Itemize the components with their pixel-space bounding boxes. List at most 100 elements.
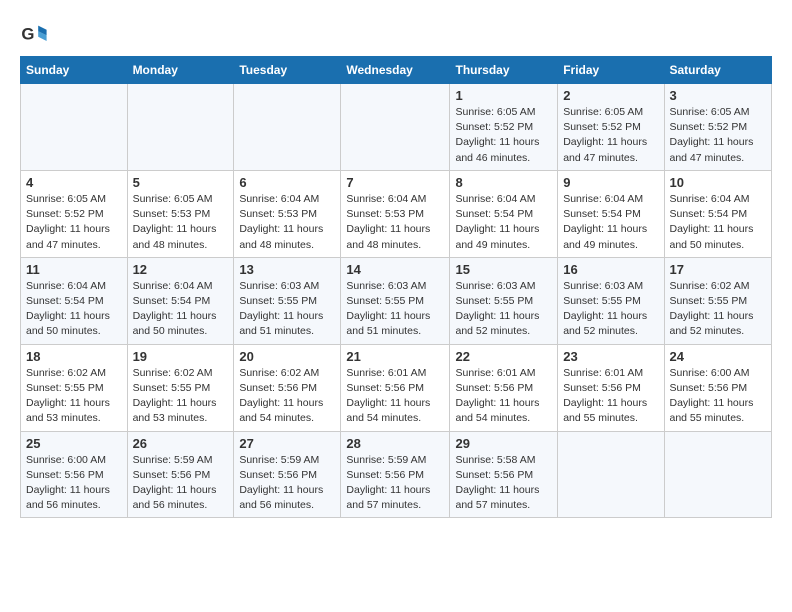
day-number: 20 bbox=[239, 349, 335, 364]
weekday-header: Thursday bbox=[450, 57, 558, 84]
calendar-cell: 16Sunrise: 6:03 AMSunset: 5:55 PMDayligh… bbox=[558, 257, 664, 344]
day-info: Sunrise: 5:59 AMSunset: 5:56 PMDaylight:… bbox=[133, 453, 229, 514]
calendar-cell: 19Sunrise: 6:02 AMSunset: 5:55 PMDayligh… bbox=[127, 344, 234, 431]
day-info: Sunrise: 6:01 AMSunset: 5:56 PMDaylight:… bbox=[455, 366, 552, 427]
day-number: 13 bbox=[239, 262, 335, 277]
day-number: 2 bbox=[563, 88, 658, 103]
logo: G bbox=[20, 20, 52, 48]
calendar-cell: 20 Sunrise: 6:02 AMSunset: 5:56 PMDayligh… bbox=[234, 344, 341, 431]
day-number: 8 bbox=[455, 175, 552, 190]
weekday-header: Tuesday bbox=[234, 57, 341, 84]
day-number: 22 bbox=[455, 349, 552, 364]
weekday-header: Sunday bbox=[21, 57, 128, 84]
day-number: 10 bbox=[670, 175, 767, 190]
day-number: 24 bbox=[670, 349, 767, 364]
calendar-table: SundayMondayTuesdayWednesdayThursdayFrid… bbox=[20, 56, 772, 518]
calendar-cell bbox=[234, 84, 341, 171]
header-section: G bbox=[20, 16, 772, 48]
calendar-cell: 6 Sunrise: 6:04 AMSunset: 5:53 PMDaylight… bbox=[234, 170, 341, 257]
calendar-week-row: 4 Sunrise: 6:05 AMSunset: 5:52 PMDaylight… bbox=[21, 170, 772, 257]
day-info: Sunrise: 6:05 AMSunset: 5:52 PMDaylight:… bbox=[26, 192, 122, 253]
calendar-week-row: 25Sunrise: 6:00 AMSunset: 5:56 PMDayligh… bbox=[21, 431, 772, 518]
day-info: Sunrise: 6:02 AMSunset: 5:56 PMDaylight:… bbox=[239, 366, 335, 427]
calendar-cell: 15Sunrise: 6:03 AMSunset: 5:55 PMDayligh… bbox=[450, 257, 558, 344]
calendar-cell: 18 Sunrise: 6:02 AMSunset: 5:55 PMDayligh… bbox=[21, 344, 128, 431]
calendar-cell: 28Sunrise: 5:59 AMSunset: 5:56 PMDayligh… bbox=[341, 431, 450, 518]
calendar-cell: 2 Sunrise: 6:05 AMSunset: 5:52 PMDaylight… bbox=[558, 84, 664, 171]
day-info: Sunrise: 6:02 AMSunset: 5:55 PMDaylight:… bbox=[670, 279, 767, 340]
day-info: Sunrise: 6:02 AMSunset: 5:55 PMDaylight:… bbox=[26, 366, 122, 427]
day-number: 7 bbox=[346, 175, 444, 190]
weekday-header: Monday bbox=[127, 57, 234, 84]
calendar-cell: 4 Sunrise: 6:05 AMSunset: 5:52 PMDaylight… bbox=[21, 170, 128, 257]
calendar-cell: 29Sunrise: 5:58 AMSunset: 5:56 PMDayligh… bbox=[450, 431, 558, 518]
calendar-cell: 9 Sunrise: 6:04 AMSunset: 5:54 PMDaylight… bbox=[558, 170, 664, 257]
day-info: Sunrise: 6:04 AMSunset: 5:54 PMDaylight:… bbox=[563, 192, 658, 253]
day-number: 29 bbox=[455, 436, 552, 451]
svg-text:G: G bbox=[21, 25, 34, 44]
calendar-cell: 24 Sunrise: 6:00 AMSunset: 5:56 PMDayligh… bbox=[664, 344, 772, 431]
day-info: Sunrise: 6:05 AMSunset: 5:52 PMDaylight:… bbox=[563, 105, 658, 166]
calendar-cell: 13 Sunrise: 6:03 AMSunset: 5:55 PMDayligh… bbox=[234, 257, 341, 344]
day-number: 28 bbox=[346, 436, 444, 451]
calendar-header: SundayMondayTuesdayWednesdayThursdayFrid… bbox=[21, 57, 772, 84]
day-info: Sunrise: 6:04 AMSunset: 5:53 PMDaylight:… bbox=[239, 192, 335, 253]
calendar-week-row: 1 Sunrise: 6:05 AMSunset: 5:52 PMDaylight… bbox=[21, 84, 772, 171]
day-number: 9 bbox=[563, 175, 658, 190]
calendar-cell: 5 Sunrise: 6:05 AMSunset: 5:53 PMDaylight… bbox=[127, 170, 234, 257]
calendar-cell: 1 Sunrise: 6:05 AMSunset: 5:52 PMDaylight… bbox=[450, 84, 558, 171]
weekday-header: Friday bbox=[558, 57, 664, 84]
day-info: Sunrise: 5:59 AMSunset: 5:56 PMDaylight:… bbox=[239, 453, 335, 514]
header-row: SundayMondayTuesdayWednesdayThursdayFrid… bbox=[21, 57, 772, 84]
calendar-cell: 7 Sunrise: 6:04 AMSunset: 5:53 PMDaylight… bbox=[341, 170, 450, 257]
calendar-cell: 17 Sunrise: 6:02 AMSunset: 5:55 PMDayligh… bbox=[664, 257, 772, 344]
calendar-cell: 21Sunrise: 6:01 AMSunset: 5:56 PMDayligh… bbox=[341, 344, 450, 431]
day-number: 19 bbox=[133, 349, 229, 364]
day-number: 6 bbox=[239, 175, 335, 190]
day-number: 23 bbox=[563, 349, 658, 364]
calendar-body: 1 Sunrise: 6:05 AMSunset: 5:52 PMDaylight… bbox=[21, 84, 772, 518]
day-info: Sunrise: 6:04 AMSunset: 5:54 PMDaylight:… bbox=[455, 192, 552, 253]
day-info: Sunrise: 6:05 AMSunset: 5:52 PMDaylight:… bbox=[455, 105, 552, 166]
day-info: Sunrise: 6:05 AMSunset: 5:53 PMDaylight:… bbox=[133, 192, 229, 253]
calendar-cell: 12 Sunrise: 6:04 AMSunset: 5:54 PMDayligh… bbox=[127, 257, 234, 344]
calendar-week-row: 18 Sunrise: 6:02 AMSunset: 5:55 PMDayligh… bbox=[21, 344, 772, 431]
day-info: Sunrise: 6:04 AMSunset: 5:54 PMDaylight:… bbox=[670, 192, 767, 253]
day-number: 17 bbox=[670, 262, 767, 277]
day-number: 27 bbox=[239, 436, 335, 451]
calendar-cell bbox=[341, 84, 450, 171]
day-number: 16 bbox=[563, 262, 658, 277]
calendar-cell bbox=[127, 84, 234, 171]
logo-icon: G bbox=[20, 20, 48, 48]
day-number: 14 bbox=[346, 262, 444, 277]
calendar-cell bbox=[558, 431, 664, 518]
day-number: 4 bbox=[26, 175, 122, 190]
calendar-cell: 3 Sunrise: 6:05 AMSunset: 5:52 PMDaylight… bbox=[664, 84, 772, 171]
calendar-cell: 10 Sunrise: 6:04 AMSunset: 5:54 PMDayligh… bbox=[664, 170, 772, 257]
calendar-cell: 27 Sunrise: 5:59 AMSunset: 5:56 PMDayligh… bbox=[234, 431, 341, 518]
day-number: 11 bbox=[26, 262, 122, 277]
calendar-cell: 25Sunrise: 6:00 AMSunset: 5:56 PMDayligh… bbox=[21, 431, 128, 518]
calendar-cell: 23 Sunrise: 6:01 AMSunset: 5:56 PMDayligh… bbox=[558, 344, 664, 431]
day-info: Sunrise: 6:01 AMSunset: 5:56 PMDaylight:… bbox=[563, 366, 658, 427]
day-number: 25 bbox=[26, 436, 122, 451]
calendar-cell: 8 Sunrise: 6:04 AMSunset: 5:54 PMDaylight… bbox=[450, 170, 558, 257]
day-info: Sunrise: 6:05 AMSunset: 5:52 PMDaylight:… bbox=[670, 105, 767, 166]
calendar-cell: 26Sunrise: 5:59 AMSunset: 5:56 PMDayligh… bbox=[127, 431, 234, 518]
calendar-cell bbox=[664, 431, 772, 518]
day-info: Sunrise: 6:03 AMSunset: 5:55 PMDaylight:… bbox=[239, 279, 335, 340]
calendar-cell: 22 Sunrise: 6:01 AMSunset: 5:56 PMDayligh… bbox=[450, 344, 558, 431]
weekday-header: Saturday bbox=[664, 57, 772, 84]
day-number: 1 bbox=[455, 88, 552, 103]
day-info: Sunrise: 6:00 AMSunset: 5:56 PMDaylight:… bbox=[670, 366, 767, 427]
day-info: Sunrise: 6:04 AMSunset: 5:53 PMDaylight:… bbox=[346, 192, 444, 253]
day-number: 21 bbox=[346, 349, 444, 364]
day-info: Sunrise: 6:04 AMSunset: 5:54 PMDaylight:… bbox=[133, 279, 229, 340]
day-number: 12 bbox=[133, 262, 229, 277]
day-number: 5 bbox=[133, 175, 229, 190]
day-number: 15 bbox=[455, 262, 552, 277]
day-number: 18 bbox=[26, 349, 122, 364]
weekday-header: Wednesday bbox=[341, 57, 450, 84]
calendar-week-row: 11 Sunrise: 6:04 AMSunset: 5:54 PMDayligh… bbox=[21, 257, 772, 344]
day-number: 3 bbox=[670, 88, 767, 103]
